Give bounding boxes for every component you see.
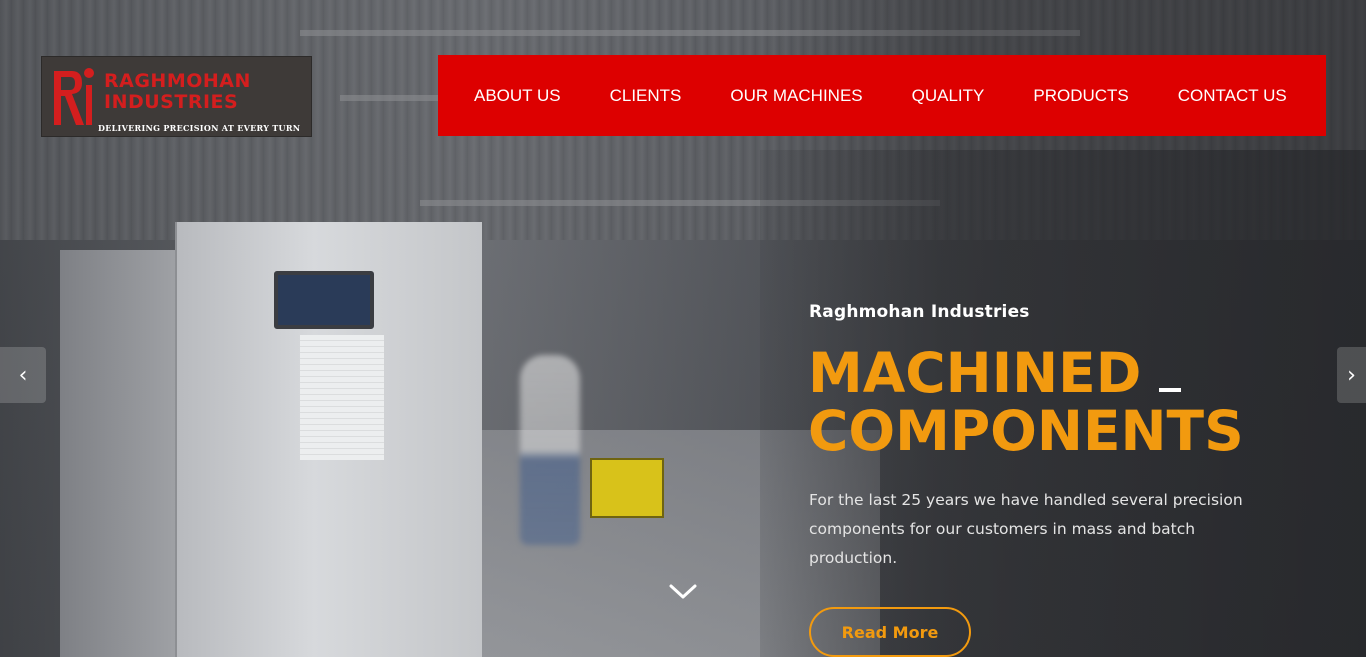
nav-item-contact-us[interactable]: CONTACT US: [1178, 86, 1287, 106]
hero-subtitle: Raghmohan Industries: [809, 302, 1030, 322]
main-navigation: ABOUT US CLIENTS OUR MACHINES QUALITY PR…: [438, 55, 1326, 136]
nav-item-clients[interactable]: CLIENTS: [610, 86, 682, 106]
nav-item-our-machines[interactable]: OUR MACHINES: [730, 86, 862, 106]
hero-headline: MACHINED COMPONENTS: [808, 344, 1328, 460]
nav-item-about-us[interactable]: ABOUT US: [474, 86, 561, 106]
logo-name-line2: INDUSTRIES: [104, 91, 239, 113]
background-person: [520, 355, 580, 545]
background-yellow-unit: [590, 458, 664, 518]
typing-cursor: [1159, 388, 1182, 392]
site-logo[interactable]: RAGHMOHAN INDUSTRIES DELIVERING PRECISIO…: [41, 56, 312, 137]
read-more-button[interactable]: Read More: [809, 607, 971, 657]
hero-headline-line2: COMPONENTS: [808, 399, 1244, 463]
logo-mark-icon: [50, 63, 96, 129]
nav-item-quality[interactable]: QUALITY: [912, 86, 985, 106]
background-control-screen: [274, 271, 374, 329]
chevron-left-icon: ‹: [18, 362, 28, 388]
chevron-down-icon[interactable]: [667, 580, 699, 604]
nav-item-products[interactable]: PRODUCTS: [1033, 86, 1128, 106]
slider-prev-button[interactable]: ‹: [0, 347, 46, 403]
hero-banner: RAGHMOHAN INDUSTRIES DELIVERING PRECISIO…: [0, 0, 1366, 657]
background-paper-sheet: [300, 335, 384, 460]
logo-tagline: DELIVERING PRECISION AT EVERY TURN: [98, 123, 301, 133]
background-cabinet-side: [60, 250, 180, 657]
hero-description: For the last 25 years we have handled se…: [809, 491, 1243, 567]
logo-company-name: RAGHMOHAN INDUSTRIES: [104, 71, 251, 113]
slider-next-button[interactable]: ›: [1337, 347, 1366, 403]
logo-name-line1: RAGHMOHAN: [104, 70, 251, 92]
chevron-right-icon: ›: [1347, 362, 1356, 388]
hero-headline-line1: MACHINED: [808, 341, 1142, 405]
